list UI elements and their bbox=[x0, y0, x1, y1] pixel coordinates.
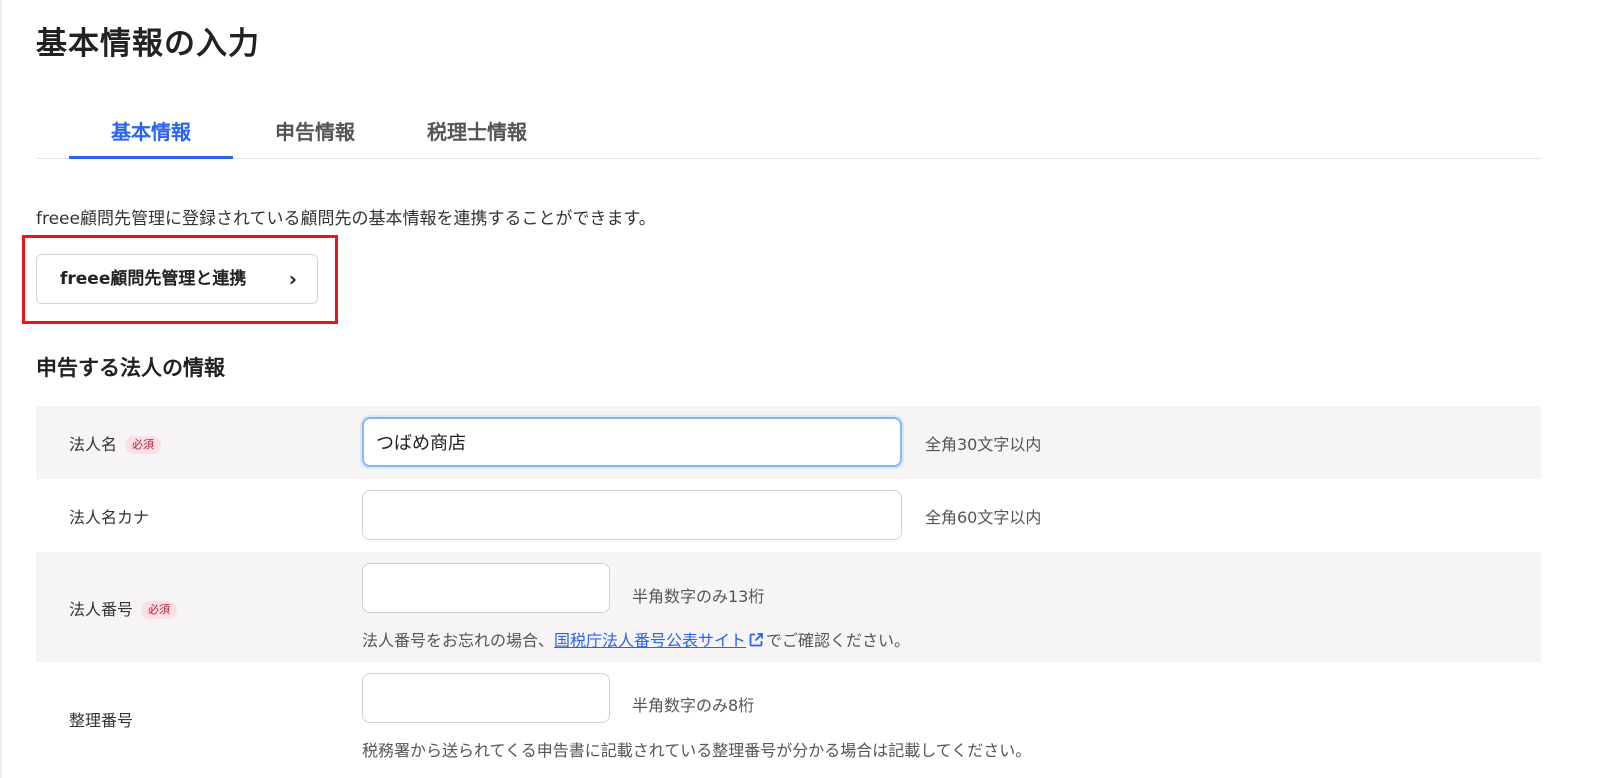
corp-number-label: 法人番号 必須 bbox=[69, 596, 178, 620]
corp-number-note: 法人番号をお忘れの場合、国税庁法人番号公表サイト でご確認ください。 bbox=[362, 627, 910, 651]
ref-number-hint: 半角数字のみ8桁 bbox=[632, 696, 755, 715]
corp-name-label-text: 法人名 bbox=[69, 435, 118, 454]
corp-number-note-before: 法人番号をお忘れの場合、 bbox=[362, 631, 555, 650]
left-divider bbox=[0, 0, 2, 778]
corp-number-input[interactable] bbox=[362, 563, 610, 613]
intro-text: freee顧問先管理に登録されている顧問先の基本情報を連携することができます。 bbox=[36, 209, 656, 229]
corp-name-kana-input[interactable] bbox=[362, 490, 902, 540]
corp-number-note-after: でご確認ください。 bbox=[766, 631, 911, 650]
tab-tax-accountant-info[interactable]: 税理士情報 bbox=[397, 106, 557, 158]
corp-number-hint: 半角数字のみ13桁 bbox=[632, 587, 765, 606]
corp-name-input[interactable] bbox=[362, 417, 902, 467]
ref-number-input[interactable] bbox=[362, 673, 610, 723]
required-badge: 必須 bbox=[141, 601, 178, 619]
external-link-icon[interactable] bbox=[748, 632, 764, 648]
page-title: 基本情報の入力 bbox=[36, 26, 260, 62]
corp-name-label: 法人名 必須 bbox=[69, 431, 162, 455]
tab-filing-info[interactable]: 申告情報 bbox=[233, 106, 397, 158]
required-badge: 必須 bbox=[125, 436, 162, 454]
link-button-label: freee顧問先管理と連携 bbox=[60, 269, 247, 289]
tab-bar: 基本情報 申告情報 税理士情報 bbox=[36, 106, 1541, 159]
tab-basic-info[interactable]: 基本情報 bbox=[69, 106, 233, 159]
nta-corp-number-site-link[interactable]: 国税庁法人番号公表サイト bbox=[554, 631, 746, 650]
link-freee-client-button[interactable]: freee顧問先管理と連携 › bbox=[36, 254, 318, 304]
form-row-ref-number: 整理番号 半角数字のみ8桁 税務署から送られてくる申告書に記載されている整理番号… bbox=[36, 662, 1541, 778]
section-title: 申告する法人の情報 bbox=[36, 356, 225, 380]
corp-name-kana-hint: 全角60文字以内 bbox=[925, 508, 1042, 527]
form-row-corp-name: 法人名必須 全角30文字以内 bbox=[36, 406, 1541, 479]
chevron-right-icon: › bbox=[288, 267, 297, 291]
corp-number-label-text: 法人番号 bbox=[69, 600, 134, 619]
form-row-corp-number: 法人番号 必須 半角数字のみ13桁 法人番号をお忘れの場合、国税庁法人番号公表サイ… bbox=[36, 552, 1541, 662]
ref-number-label: 整理番号 bbox=[69, 711, 134, 730]
corp-name-hint: 全角30文字以内 bbox=[925, 435, 1042, 454]
corp-name-kana-label: 法人名カナ bbox=[69, 508, 150, 527]
ref-number-note: 税務署から送られてくる申告書に記載されている整理番号が分かる場合は記載してくださ… bbox=[362, 741, 1032, 760]
form-row-corp-name-kana: 法人名カナ 全角60文字以内 bbox=[36, 479, 1541, 552]
